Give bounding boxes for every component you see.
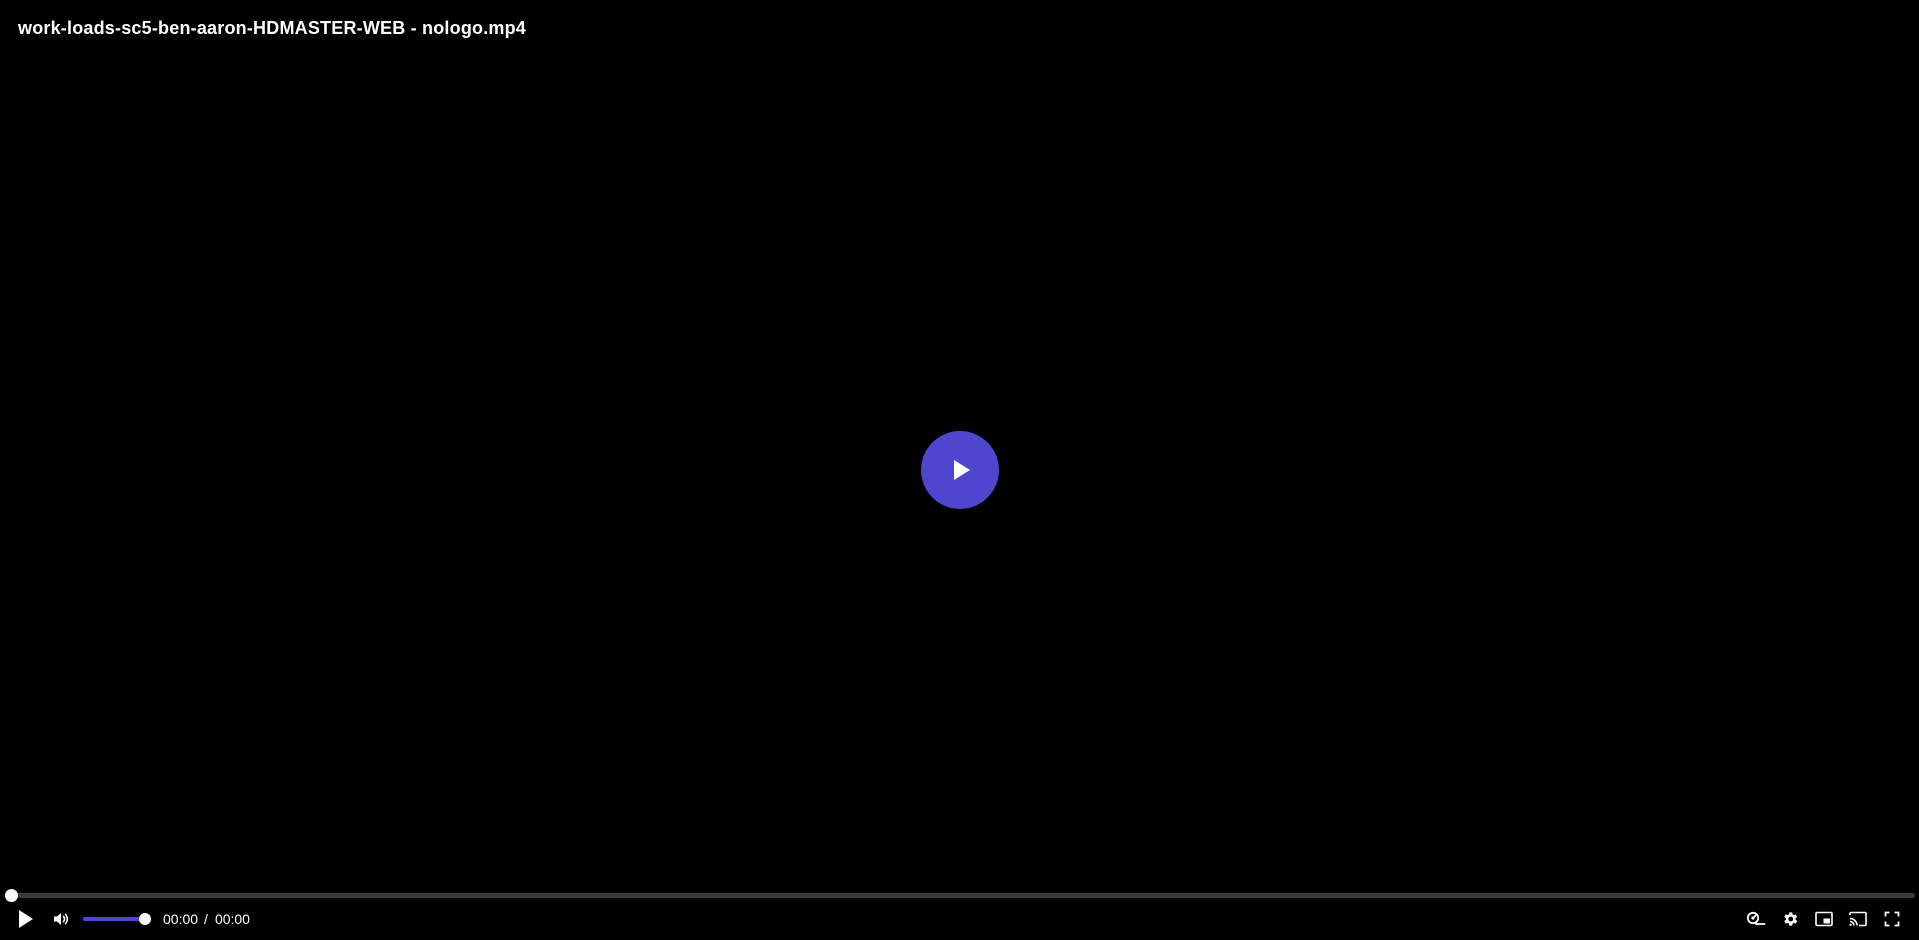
video-player[interactable]: work-loads-sc5-ben-aaron-HDMASTER-WEB - … (0, 0, 1919, 940)
control-bar: 00:00 / 00:00 (0, 903, 1919, 935)
current-time: 00:00 (163, 911, 199, 927)
seek-bar[interactable] (5, 889, 1915, 902)
playback-speed-button[interactable] (1741, 904, 1771, 934)
volume-icon (54, 913, 69, 925)
volume-slider-fill (83, 917, 145, 921)
play-button[interactable] (11, 904, 41, 934)
play-icon (954, 460, 970, 480)
fullscreen-button[interactable] (1877, 904, 1907, 934)
time-separator: / (204, 911, 208, 927)
settings-button[interactable] (1775, 904, 1805, 934)
picture-in-picture-icon (1815, 911, 1833, 927)
cast-icon (1849, 911, 1867, 927)
play-icon (19, 910, 33, 928)
duration: 00:00 (214, 911, 250, 927)
gear-icon (1784, 912, 1798, 926)
video-title: work-loads-sc5-ben-aaron-HDMASTER-WEB - … (18, 18, 527, 38)
picture-in-picture-button[interactable] (1809, 904, 1839, 934)
time-display: 00:00 / 00:00 (163, 911, 250, 927)
playback-speed-icon (1746, 911, 1766, 925)
volume-slider[interactable] (83, 913, 151, 925)
big-play-button[interactable] (921, 431, 999, 509)
fullscreen-icon (1884, 911, 1900, 927)
control-bar-right (1741, 904, 1907, 934)
mute-button[interactable] (46, 904, 76, 934)
seek-bar-thumb[interactable] (5, 889, 18, 902)
volume-slider-thumb[interactable] (139, 913, 151, 925)
cast-button[interactable] (1843, 904, 1873, 934)
